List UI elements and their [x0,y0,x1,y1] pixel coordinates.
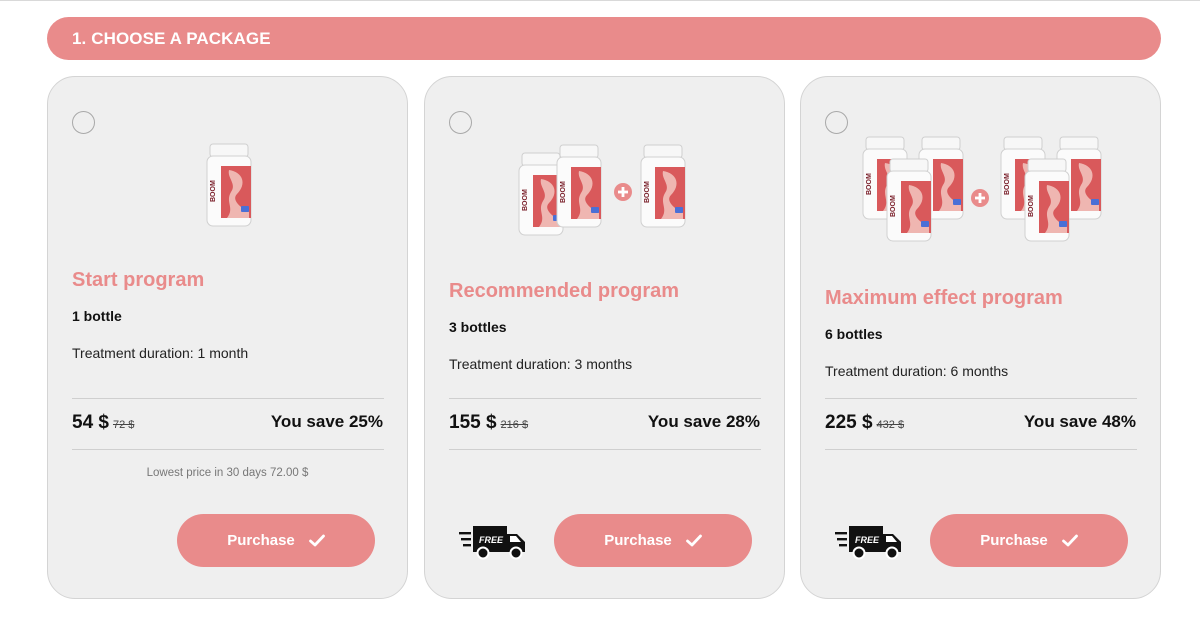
current-price: 225 $ [825,412,873,433]
old-price: 72 $ [112,419,135,431]
treatment-duration: Treatment duration: 6 months [825,363,1009,379]
radio-icon[interactable] [449,111,472,134]
old-price: 216 $ [500,419,529,431]
current-price: 155 $ [449,412,497,433]
free-badge: FREE [479,535,504,545]
price: 155 $216 $ [449,412,528,434]
package-title: Recommended program [449,280,680,302]
package-card-start[interactable]: Start program 1 bottle Treatment duratio… [47,76,408,599]
free-badge: FREE [855,535,880,545]
divider [72,398,384,399]
price: 54 $72 $ [72,412,134,434]
section-title: 1. CHOOSE A PACKAGE [72,29,271,48]
radio-icon[interactable] [72,111,95,134]
delivery-truck-icon: FREE [835,525,902,560]
savings: You save 48% [1023,412,1136,431]
product-image [206,143,252,227]
product-image [862,136,1102,242]
check-icon [685,534,702,547]
purchase-label: Purchase [980,532,1048,549]
divider [825,398,1137,399]
divider [72,449,384,450]
purchase-label: Purchase [227,532,295,549]
package-card-maximum[interactable]: Maximum effect program 6 bottles Treatme… [800,76,1161,599]
divider [449,449,761,450]
purchase-button[interactable]: Purchase [930,514,1128,567]
treatment-duration: Treatment duration: 3 months [449,356,633,372]
divider [825,449,1137,450]
divider [449,398,761,399]
lowest-price-note: Lowest price in 30 days 72.00 $ [146,467,309,479]
radio-icon[interactable] [825,111,848,134]
price: 225 $432 $ [825,412,904,434]
package-title: Maximum effect program [825,287,1063,309]
treatment-duration: Treatment duration: 1 month [72,345,249,361]
check-icon [1061,534,1078,547]
package-card-recommended[interactable]: Recommended program 3 bottles Treatment … [424,76,785,599]
package-quantity: 3 bottles [449,319,507,335]
old-price: 432 $ [876,419,905,431]
package-title: Start program [72,269,205,291]
product-image [518,144,686,236]
top-divider [0,0,1200,1]
savings: You save 25% [270,412,383,431]
package-quantity: 1 bottle [72,308,122,324]
purchase-button[interactable]: Purchase [554,514,752,567]
current-price: 54 $ [72,412,109,433]
purchase-button[interactable]: Purchase [177,514,375,567]
delivery-truck-icon: FREE [459,525,526,560]
check-icon [308,534,325,547]
savings: You save 28% [647,412,760,431]
package-quantity: 6 bottles [825,326,883,342]
purchase-label: Purchase [604,532,672,549]
section-header: 1. CHOOSE A PACKAGE [47,17,1161,60]
